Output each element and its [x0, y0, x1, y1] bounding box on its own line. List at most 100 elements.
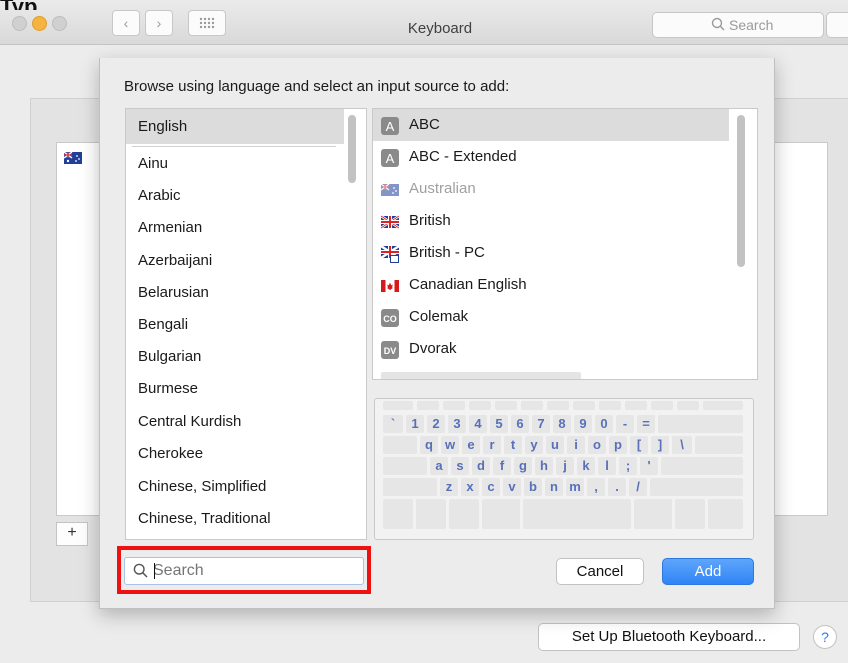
key: l [598, 457, 616, 475]
language-list-scrollbar[interactable] [348, 115, 356, 183]
key-blank [547, 401, 569, 410]
key-delete [658, 415, 743, 433]
language-list-divider [132, 146, 336, 147]
key: ; [619, 457, 637, 475]
key-blank [521, 401, 543, 410]
language-item[interactable]: Bulgarian [138, 348, 201, 365]
add-input-source-button[interactable]: + [56, 522, 88, 546]
key: k [577, 457, 595, 475]
key-blank [383, 401, 413, 410]
dvorak-icon: DV [381, 341, 399, 359]
svg-text:DV: DV [384, 346, 397, 356]
key-blank [495, 401, 517, 410]
grid-icon [199, 17, 215, 29]
zoom-window-button[interactable] [52, 16, 67, 31]
toolbar-overflow-button[interactable] [826, 12, 848, 38]
key: z [440, 478, 458, 496]
key: 8 [553, 415, 571, 433]
canada-flag-icon [381, 280, 399, 292]
key: i [567, 436, 585, 454]
key-tab [383, 436, 417, 454]
key-blank [703, 401, 743, 410]
key: [ [630, 436, 648, 454]
language-item[interactable]: Azerbaijani [138, 252, 212, 269]
key-arrows [708, 499, 743, 529]
minimize-window-button[interactable] [32, 16, 47, 31]
input-source-list-scrollbar[interactable] [737, 115, 745, 267]
australia-flag-icon [64, 152, 82, 164]
partially-visible-list-item [381, 372, 581, 379]
language-item[interactable]: Cherokee [138, 445, 203, 462]
language-item[interactable]: Belarusian [138, 284, 209, 301]
keyboard-layout-preview: ` 1 2 3 4 5 6 7 8 9 0 - = q w e r t y u … [374, 398, 754, 540]
key: a [430, 457, 448, 475]
help-button[interactable]: ? [813, 625, 837, 649]
key: f [493, 457, 511, 475]
key: 5 [490, 415, 508, 433]
key-return [661, 457, 743, 475]
setup-bluetooth-keyboard-button[interactable]: Set Up Bluetooth Keyboard... [538, 623, 800, 651]
language-item[interactable]: Burmese [138, 380, 198, 397]
key: 2 [427, 415, 445, 433]
key: o [588, 436, 606, 454]
key-blank [651, 401, 673, 410]
annotation-highlight-box [117, 546, 371, 594]
back-button[interactable]: ‹ [112, 10, 140, 36]
key: u [546, 436, 564, 454]
language-item[interactable]: Chinese, Simplified [138, 478, 266, 495]
key: \ [672, 436, 692, 454]
key-command-right [634, 499, 672, 529]
forward-button[interactable]: › [145, 10, 173, 36]
key: ' [640, 457, 658, 475]
key: / [629, 478, 647, 496]
show-all-button[interactable] [188, 10, 226, 36]
key-fn [383, 499, 413, 529]
key-blank [677, 401, 699, 410]
svg-text:CO: CO [383, 314, 397, 324]
input-source-label: Colemak [409, 308, 469, 325]
language-item[interactable]: Armenian [138, 219, 202, 236]
key-option-right [675, 499, 705, 529]
key-option [449, 499, 479, 529]
input-source-label: British [409, 212, 451, 229]
letter-a-icon: A [381, 149, 399, 167]
add-button[interactable]: Add [662, 558, 754, 585]
preferences-search-input[interactable]: Search [652, 12, 824, 38]
key: . [608, 478, 626, 496]
key: 7 [532, 415, 550, 433]
key: p [609, 436, 627, 454]
input-source-label: Australian [409, 180, 476, 197]
svg-text:A: A [386, 151, 395, 166]
australia-flag-icon [381, 183, 399, 196]
key: 1 [406, 415, 424, 433]
language-list[interactable]: English Ainu Arabic Armenian Azerbaijani… [125, 108, 367, 540]
key: h [535, 457, 553, 475]
key: n [545, 478, 563, 496]
key: t [504, 436, 522, 454]
language-item[interactable]: Central Kurdish [138, 413, 241, 430]
language-item[interactable]: Chinese, Traditional [138, 510, 271, 527]
language-item-english[interactable]: English [138, 118, 187, 135]
sheet-prompt: Browse using language and select an inpu… [124, 78, 510, 95]
key: m [566, 478, 584, 496]
preferences-search-placeholder: Search [729, 17, 774, 33]
key-blank [417, 401, 439, 410]
key: w [441, 436, 459, 454]
key: j [556, 457, 574, 475]
key: 0 [595, 415, 613, 433]
cancel-button[interactable]: Cancel [556, 558, 644, 585]
input-source-label: Dvorak [409, 340, 457, 357]
key: b [524, 478, 542, 496]
key: g [514, 457, 532, 475]
letter-a-icon: A [381, 117, 399, 135]
close-window-button[interactable] [12, 16, 27, 31]
key-shift-left [383, 478, 437, 496]
input-source-list[interactable]: A ABC A ABC - Extended Australian Britis… [372, 108, 758, 380]
language-item[interactable]: Arabic [138, 187, 181, 204]
language-item[interactable]: Bengali [138, 316, 188, 333]
key: c [482, 478, 500, 496]
language-item[interactable]: Ainu [138, 155, 168, 172]
key-blank [695, 436, 743, 454]
key-blank [443, 401, 465, 410]
key-control [416, 499, 446, 529]
